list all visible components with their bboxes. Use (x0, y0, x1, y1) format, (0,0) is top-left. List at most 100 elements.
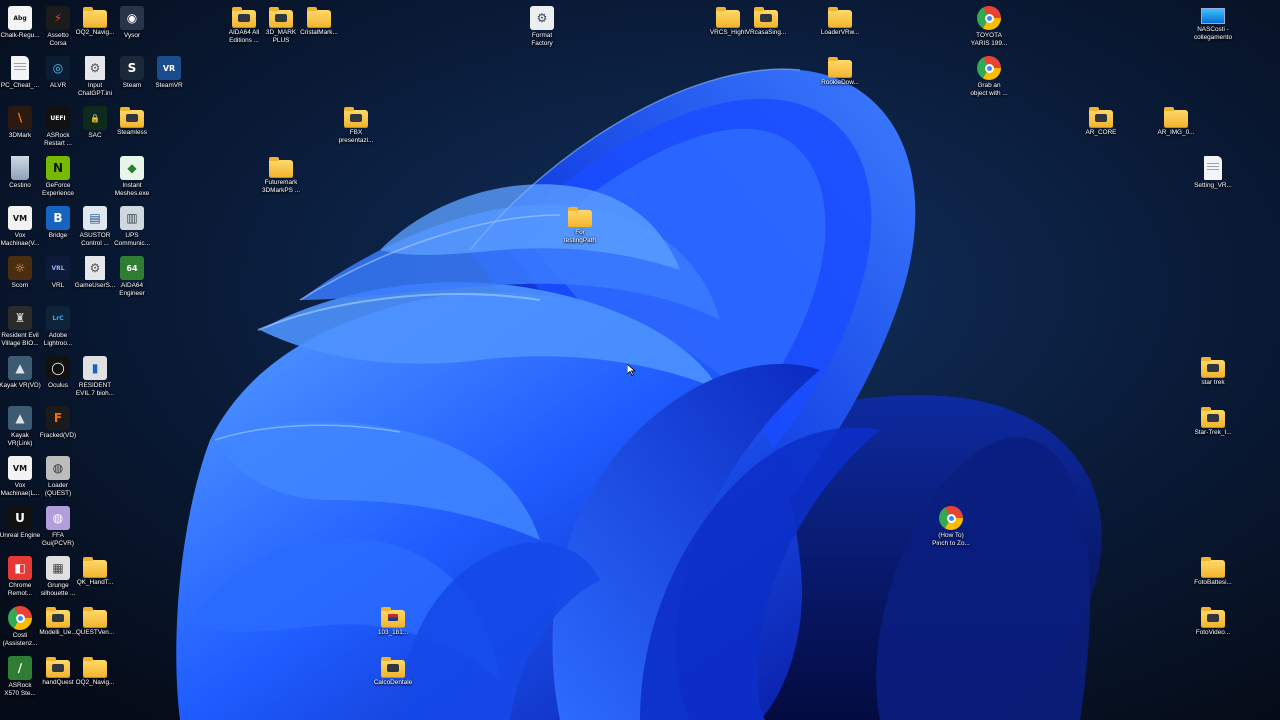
desktop-icon-label: FBX presentazi... (338, 129, 374, 144)
desktop-icon-label: Grab an object with ... (970, 82, 1008, 97)
folder-icon (1201, 557, 1225, 577)
desktop-icon-fracked-vd[interactable]: F Fracked(VD) (20, 402, 96, 452)
desktop-icon-loader-quest[interactable]: ◍ Loader (QUEST) (20, 452, 96, 502)
desktop-icon-vrcasasing[interactable]: VRcasaSing... (728, 2, 804, 52)
desktop-icon-label: Instant Meshes.exe (114, 182, 150, 197)
desktop-icon-calcodentale[interactable]: CalcoDentale (355, 652, 431, 702)
desktop-icon-how-to-pinch-to-zo[interactable]: (How To) Pinch to Zo... (913, 502, 989, 552)
desktop-icon-ffa-gui-pcvr[interactable]: ◍ FFA Gui(PCVR) (20, 502, 96, 552)
desktop-icon-label: AR_IMG_0... (1157, 129, 1195, 136)
desktop-icon-label: star trek (1201, 379, 1225, 386)
desktop-icon-label: Steamless (117, 129, 147, 136)
desktop-icon-star-trek-i[interactable]: Star-Trek_I... (1175, 402, 1251, 452)
desktop-icon-label: CalcoDentale (373, 679, 413, 686)
desktop-icon-loadervrw[interactable]: LoaderVRw... (802, 2, 878, 52)
ups-icon: ▥ (120, 206, 144, 230)
desktop-icon-label: VRcasaSing... (745, 29, 787, 36)
loader-quest-icon: ◍ (46, 456, 70, 480)
desktop-icon-label: 103_1b1... (377, 629, 409, 636)
folder-icon (828, 57, 852, 77)
chrome-icon (939, 506, 963, 530)
chrome-icon (977, 6, 1001, 30)
folder-icon (568, 207, 592, 227)
desktop-icon-geforce-experience[interactable]: N GeForce Experience (20, 152, 96, 202)
folder-icon (1164, 107, 1188, 127)
desktop-icon-rookiedow[interactable]: RookieDow... (802, 52, 878, 102)
folder-icon (381, 607, 405, 627)
desktop-icon-steamless[interactable]: Steamless (94, 102, 170, 152)
desktop-icon-label: GeForce Experience (42, 182, 74, 197)
desktop-icon-grab-an-object-with[interactable]: Grab an object with ... (951, 52, 1027, 102)
document-icon (1204, 156, 1222, 180)
desktop-icon-ar-img-0[interactable]: AR_IMG_0... (1138, 102, 1214, 152)
aida64-icon: 64 (120, 256, 144, 280)
desktop-icon-label: Futuremark 3DMarkPS ... (262, 179, 300, 194)
desktop-icon-label: AIDA64 Engineer (119, 282, 145, 297)
desktop-icon-fbx-presentazi[interactable]: FBX presentazi... (318, 102, 394, 152)
fracked-icon: F (46, 406, 70, 430)
desktop-icon-ups-communic[interactable]: ▥ UPS Communic... (94, 202, 170, 252)
desktop-icon-qk-handt[interactable]: QK_HandT... (57, 552, 133, 602)
desktop-icon-label: TOYOTA YARIS 199... (970, 32, 1008, 47)
mouse-pointer-icon (627, 364, 637, 376)
desktop-icon-vysor[interactable]: ◉ Vysor (94, 2, 170, 52)
folder-icon (1201, 407, 1225, 427)
folder-icon (1089, 107, 1113, 127)
lightroom-icon: LrC (46, 306, 70, 330)
desktop-icon-label: Star-Trek_I... (1194, 429, 1232, 436)
desktop-icon-label: SteamVR (155, 82, 183, 89)
instant-meshes-icon: ◆ (120, 156, 144, 180)
desktop-icon-steamvr[interactable]: VR SteamVR (131, 52, 207, 102)
folder-icon (754, 7, 778, 27)
desktop-icon-toyota-yaris-199[interactable]: TOYOTA YARIS 199... (951, 2, 1027, 52)
desktop-icon-questven[interactable]: QUESTVen... (57, 602, 133, 652)
desktop-icon-label: FotoVideo... (1195, 629, 1231, 636)
desktop-icon-for-testingpath[interactable]: For testingPath (542, 202, 618, 252)
desktop-icon-label: (How To) Pinch to Zo... (932, 532, 970, 547)
desktop-icon-label: CristalMark... (300, 29, 338, 36)
desktop-icon-label: Format Factory (531, 32, 553, 47)
desktop-icon-ar-core[interactable]: AR_CORE (1063, 102, 1139, 152)
desktop-icon-label: LoaderVRw... (820, 29, 860, 36)
folder-icon (381, 657, 405, 677)
desktop-icon-label: AR_CORE (1085, 129, 1117, 136)
desktop-icon-label: For testingPath (564, 229, 596, 244)
folder-icon (120, 107, 144, 127)
desktop-icon-label: Loader (QUEST) (44, 482, 72, 497)
folder-icon (828, 7, 852, 27)
desktop-icon-format-factory[interactable]: ⚙ Format Factory (504, 2, 580, 52)
desktop-area[interactable]: Abg Chalk-Regu... ⚡ Assetto Corsa OQ2_Navig.… (0, 0, 1280, 720)
desktop-icon-label: RookieDow... (821, 79, 859, 86)
desktop-icon-oq2-navig[interactable]: OQ2_Navig... (57, 652, 133, 702)
desktop-icon-label: Adobe Lightroo... (43, 332, 73, 347)
resident-evil-7-icon: ▮ (83, 356, 107, 380)
desktop-icon-fotobattesi[interactable]: FotoBattesi... (1175, 552, 1251, 602)
chrome-icon (977, 56, 1001, 80)
desktop-icon-resident-evil-7-bioh[interactable]: ▮ RESIDENT EVIL 7 bioh... (57, 352, 133, 402)
desktop-icon-fotovideo[interactable]: FotoVideo... (1175, 602, 1251, 652)
desktop-icon-star-trek[interactable]: star trek (1175, 352, 1251, 402)
desktop-icon-label: QUESTVen... (75, 629, 115, 636)
desktop-icon-adobe-lightroo[interactable]: LrC Adobe Lightroo... (20, 302, 96, 352)
desktop-icon-setting-vr[interactable]: Setting_VR... (1175, 152, 1251, 202)
folder-icon (307, 7, 331, 27)
desktop-icon-103-1b1[interactable]: 103_1b1... (355, 602, 431, 652)
geforce-icon: N (46, 156, 70, 180)
desktop-icon-label: FFA Gui(PCVR) (42, 532, 74, 547)
folder-icon (344, 107, 368, 127)
desktop-icon-label: NASCosti - collegamento (1193, 26, 1232, 41)
desktop-icon-cristalmark[interactable]: CristalMark... (281, 2, 357, 52)
folder-icon (1201, 607, 1225, 627)
desktop-icon-label: QK_HandT... (76, 579, 114, 586)
desktop-icon-instant-meshes-exe[interactable]: ◆ Instant Meshes.exe (94, 152, 170, 202)
desktop-icon-label: RESIDENT EVIL 7 bioh... (75, 382, 115, 397)
desktop-icon-aida64-engineer[interactable]: 64 AIDA64 Engineer (94, 252, 170, 302)
desktop-icon-futuremark-3dmarkps[interactable]: Futuremark 3DMarkPS ... (243, 152, 319, 202)
desktop-icon-label: Fracked(VD) (39, 432, 77, 439)
desktop-icon-nascosti-collegamento[interactable]: NASCosti - collegamento (1175, 2, 1251, 52)
desktop-icon-label: OQ2_Navig... (75, 679, 115, 686)
steamvr-icon: VR (157, 56, 181, 80)
folder-icon (83, 557, 107, 577)
folder-icon (83, 657, 107, 677)
format-factory-icon: ⚙ (530, 6, 554, 30)
